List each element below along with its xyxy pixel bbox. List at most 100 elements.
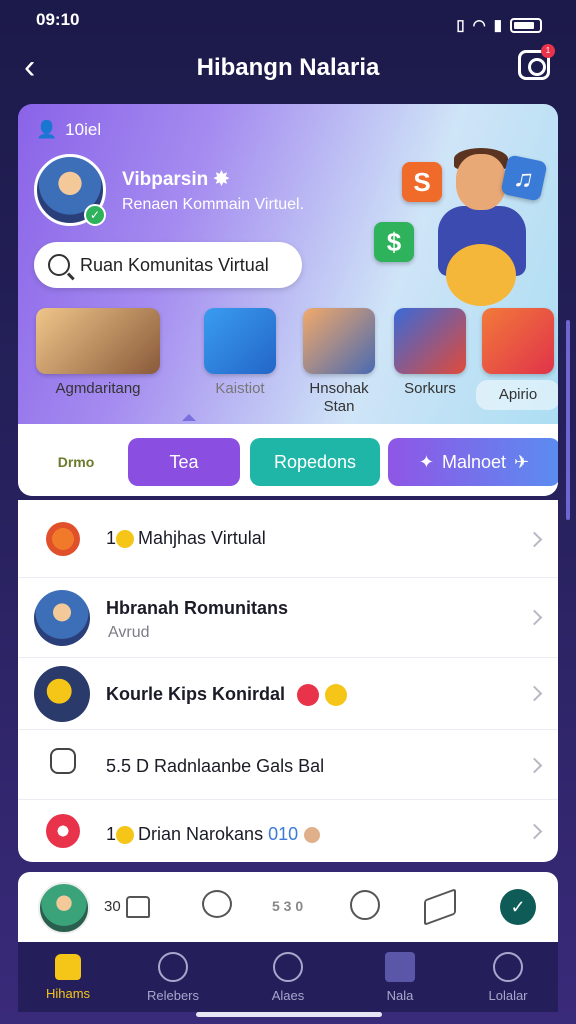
person-icon — [493, 952, 523, 982]
category-label: Kaistiot — [215, 380, 265, 397]
category-label: Hnsohak Stan — [309, 380, 369, 415]
home-outline-icon[interactable] — [126, 896, 150, 918]
list-item[interactable]: Hbranah Romunitans Avrud — [18, 578, 558, 658]
chat-icon — [158, 952, 188, 982]
bottom-tab-bar: Hihams Relebers Alaes Nala Lolalar — [18, 942, 558, 1012]
chip-label: Malnoet — [441, 451, 507, 472]
list-item-title: Kourle Kips Konirdal — [106, 684, 348, 707]
tab-label: Relebers — [146, 988, 200, 1003]
hand-icon — [304, 827, 321, 844]
app-header: ‹ Hibangn Nalaria 1 — [0, 44, 576, 92]
category-item[interactable]: Sorkurs — [388, 308, 472, 398]
search-bar[interactable]: Ruan Komunitas Virtual — [34, 242, 302, 288]
category-thumb — [482, 308, 554, 374]
chip-malnoet[interactable]: ✦ Malnoet ✈ — [388, 438, 558, 486]
profile-avatar[interactable] — [38, 882, 90, 934]
category-thumb — [36, 308, 160, 374]
more-dots-icon[interactable]: 5 3 0 — [272, 898, 303, 914]
grid-icon — [273, 952, 303, 982]
tab-relebers[interactable]: Relebers — [123, 952, 223, 1003]
vibrate-icon: ▯ — [456, 17, 465, 34]
hero-label-text: 10iel — [65, 120, 102, 139]
category-label: Agmdaritang — [55, 380, 141, 397]
category-item[interactable]: Kaistiot — [190, 308, 290, 398]
tab-alaes[interactable]: Alaes — [238, 952, 338, 1003]
tab-lolalar[interactable]: Lolalar — [458, 952, 558, 1003]
tile-s-icon: S — [402, 162, 442, 202]
chevron-right-icon — [526, 823, 543, 840]
emoji-avatar — [34, 666, 90, 722]
user-subtitle: Renaen Kommain Virtuel. — [122, 196, 305, 213]
home-icon — [55, 954, 81, 980]
list-item-title: 1 Drian Narokans 010 — [106, 824, 321, 845]
category-thumb — [303, 308, 375, 374]
plane-icon: ✈ — [514, 451, 530, 472]
check-icon[interactable]: ✓ — [500, 889, 536, 925]
category-thumb — [394, 308, 466, 374]
category-item[interactable]: Hnsohak Stan — [292, 308, 386, 416]
tile-music-icon: ♫ — [500, 154, 548, 202]
chip-tea[interactable]: Tea — [128, 438, 240, 486]
verified-icon: ✓ — [84, 204, 106, 226]
list-item-title: Hbranah Romunitans — [106, 598, 289, 618]
list-item-subtitle: Avrud — [108, 624, 150, 641]
notification-badge: 1 — [541, 44, 555, 58]
chat-icon — [50, 748, 76, 774]
category-thumb — [204, 308, 276, 374]
smile-emoji-icon — [325, 684, 348, 707]
tab-nala[interactable]: Nala — [350, 952, 450, 1003]
cat-mascot — [446, 244, 516, 306]
search-text: Ruan Komunitas Virtual — [80, 254, 269, 275]
status-time: 09:10 — [36, 10, 80, 29]
chip-ropedons[interactable]: Ropedons — [250, 438, 380, 486]
chip-drmo[interactable]: Drmo — [36, 438, 116, 486]
search-icon — [48, 254, 70, 276]
list-item[interactable]: 5.5 D Radnlaanbe Gals Bal — [18, 730, 558, 800]
chat-bubble-icon[interactable] — [202, 890, 232, 918]
signal-icon: ▮ — [493, 17, 502, 34]
hero-label: 👤 10iel — [36, 120, 101, 140]
tab-label: Alaes — [271, 988, 305, 1003]
action-count: 30 — [104, 898, 121, 915]
badge-star-icon — [46, 522, 80, 556]
star-badge-icon — [385, 952, 415, 982]
status-bar: 09:10 ▯ ◠ ▮ — [0, 0, 576, 40]
tab-home[interactable]: Hihams — [18, 952, 118, 1001]
rocket-icon: ✦ — [418, 451, 434, 472]
wifi-icon: ◠ — [472, 17, 486, 34]
tab-label: Hihams — [45, 986, 91, 1001]
chevron-right-icon — [526, 531, 543, 548]
selection-caret-icon — [182, 414, 196, 421]
list-item[interactable]: 1 Mahjhas Virtulal — [18, 500, 558, 578]
back-button[interactable]: ‹ — [24, 50, 35, 84]
list-item[interactable]: Kourle Kips Konirdal — [18, 658, 558, 730]
page-title: Hibangn Nalaria — [196, 54, 380, 81]
list-card: 1 Mahjhas Virtulal Hbranah Romunitans Avr… — [18, 500, 558, 862]
user-name: Vibparsin ✸ — [122, 169, 230, 190]
list-item-title: 5.5 D Radnlaanbe Gals Bal — [106, 756, 325, 776]
chevron-right-icon — [526, 757, 543, 774]
category-label: Apirio — [476, 380, 558, 410]
scrollbar[interactable] — [566, 320, 570, 520]
action-bar: 30 5 3 0 ✓ — [18, 872, 558, 942]
person-icon: 👤 — [36, 120, 58, 139]
angry-emoji-icon — [297, 684, 320, 707]
list-item[interactable]: 1 Drian Narokans 010 — [18, 800, 558, 862]
chip-row: Drmo Tea Ropedons ✦ Malnoet ✈ — [36, 438, 558, 486]
send-icon[interactable] — [424, 894, 454, 918]
tab-label: Nala — [386, 988, 414, 1003]
heart-icon[interactable] — [350, 890, 380, 920]
tab-label: Lolalar — [488, 988, 528, 1003]
chevron-right-icon — [526, 609, 543, 626]
category-item[interactable]: Agmdaritang — [36, 308, 160, 398]
mascot-head — [456, 154, 506, 210]
tile-dollar-icon: $ — [374, 222, 414, 262]
category-label: Sorkurs — [404, 380, 456, 397]
camera-button[interactable]: 1 — [518, 44, 555, 80]
hero-card: 👤 10iel ✓ Vibparsin ✸ Renaen Kommain Vir… — [18, 104, 558, 496]
battery-icon — [510, 17, 542, 33]
category-item[interactable]: Apirio — [476, 308, 558, 410]
home-indicator — [196, 1012, 382, 1017]
sparkle-icon: ✸ — [213, 169, 230, 190]
group-avatar — [34, 590, 90, 646]
